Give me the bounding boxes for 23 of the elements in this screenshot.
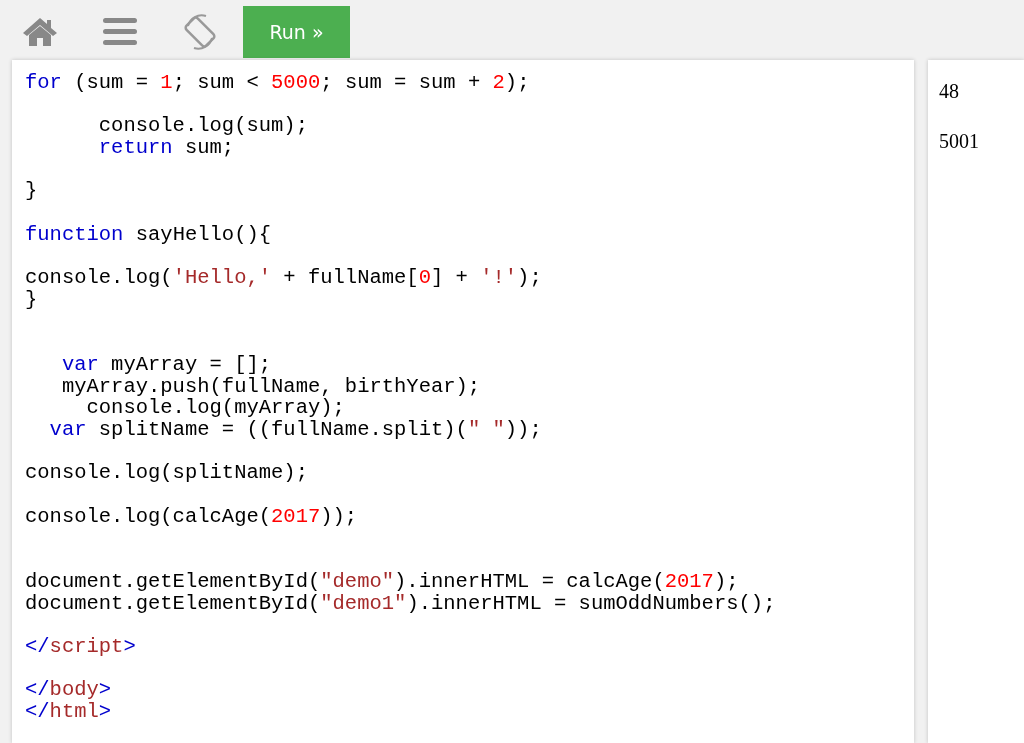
code-line: console.log('Hello,' + fullName[0] + '!'); [25, 267, 542, 289]
code-line: var myArray = []; [60, 353, 272, 376]
code-line: for (sum = 1; sum < 5000; sum = sum + 2); [25, 72, 530, 94]
code-line: </body> [25, 679, 112, 701]
output-text: 5001 [939, 130, 979, 153]
code-line: </html> [25, 700, 112, 723]
code-line: console.log(splitName); [25, 462, 308, 485]
code-line: console.log(myArray); [85, 397, 345, 419]
code-line: </script> [25, 635, 136, 658]
code-line: var splitName = ((fullName.split)(" ")); [48, 419, 542, 441]
code-line: console.log(sum); [97, 115, 308, 138]
code-line: } [25, 288, 38, 311]
code-line: } [25, 180, 38, 203]
code-line: function sayHello(){ [25, 223, 272, 246]
code-line: myArray.push(fullName, birthYear); [60, 375, 481, 398]
run-button[interactable]: Run » [243, 6, 350, 58]
menu-icon[interactable] [103, 18, 137, 46]
home-icon[interactable] [22, 17, 58, 47]
output-text: 48 [939, 80, 959, 103]
code-line: console.log(calcAge(2017)); [25, 505, 358, 528]
code-line: return sum; [97, 137, 235, 159]
code-line: document.getElementById("demo1").innerHTML = sumOddNumbers(); [25, 592, 776, 615]
code-line: document.getElementById("demo").innerHTML = calcAge(2017); [25, 570, 739, 593]
